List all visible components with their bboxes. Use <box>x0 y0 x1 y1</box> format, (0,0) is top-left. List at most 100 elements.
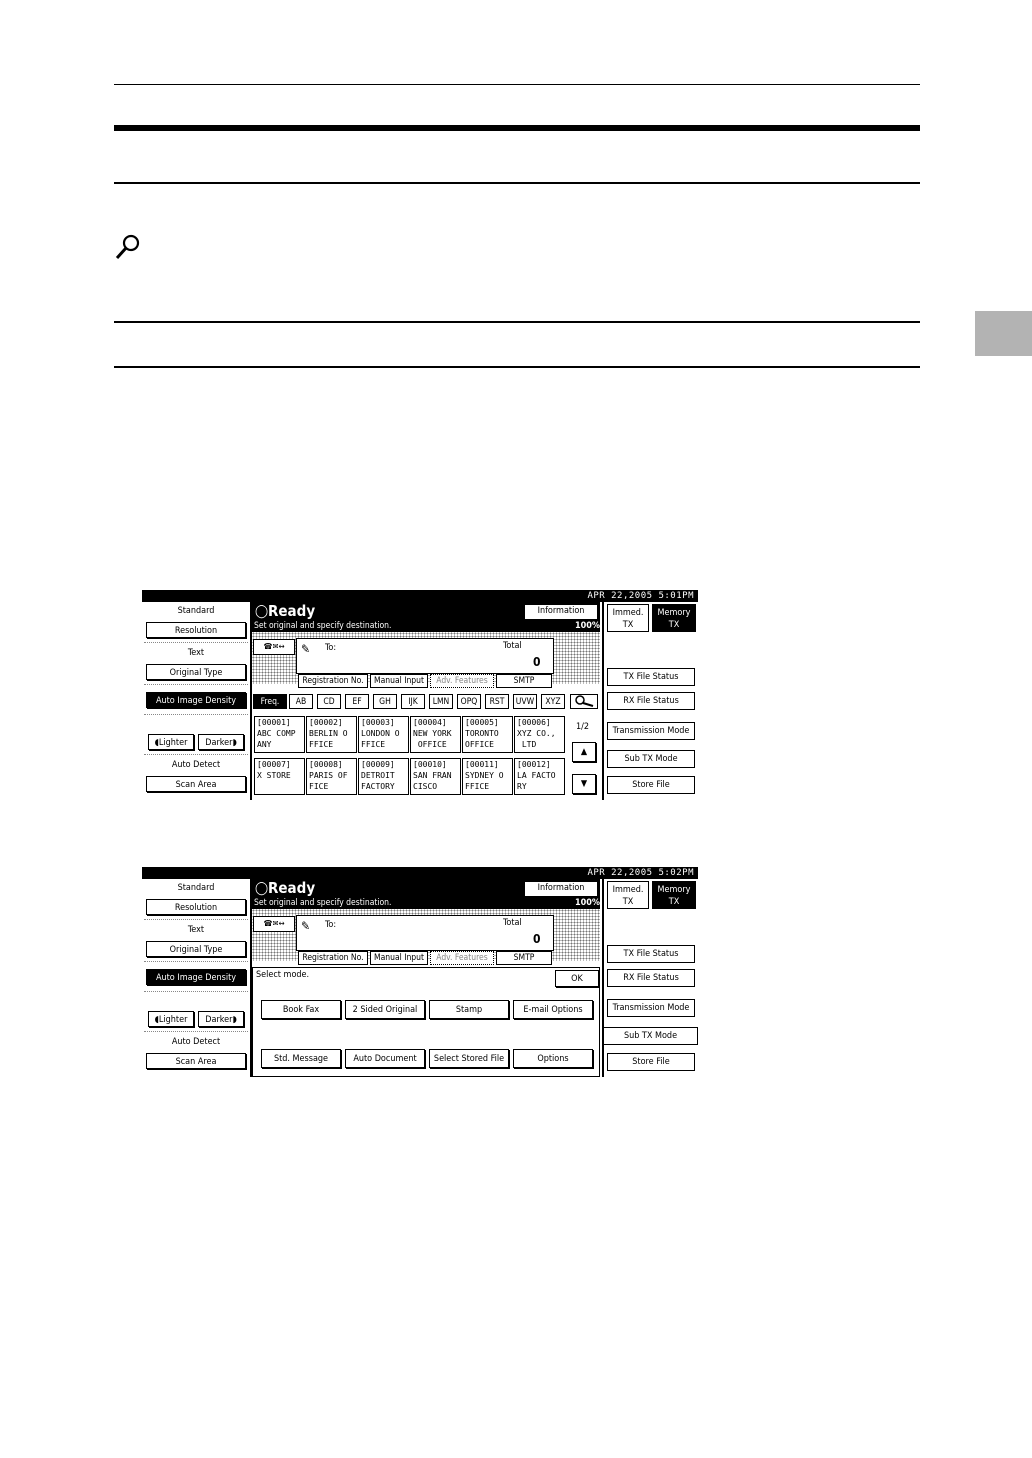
fax-screen-2: APR 22,2005 5:02PM Standard Resolution T… <box>142 867 698 1077</box>
page-indicator: 1/2 <box>576 722 590 732</box>
ready-status: Ready <box>268 879 316 897</box>
destination-box: ✎ To: Total 0 <box>296 915 554 951</box>
tab-manual-input[interactable]: Manual Input <box>370 674 428 688</box>
darker-button[interactable]: Darker◗ <box>198 734 244 750</box>
information-button[interactable]: Information <box>524 881 598 897</box>
ready-status: Ready <box>268 602 316 620</box>
auto-document-button[interactable]: Auto Document <box>345 1049 425 1068</box>
destination-cell-11[interactable]: [00011] SYDNEY O FFICE <box>462 758 513 795</box>
scroll-up-icon[interactable]: ▲ <box>572 742 596 762</box>
tab-smtp[interactable]: SMTP <box>496 674 552 688</box>
destination-cell-1[interactable]: [00001] ABC COMP ANY <box>254 716 305 753</box>
store-file-button[interactable]: Store File <box>607 1053 695 1071</box>
immed-tx-button[interactable]: Immed. TX <box>607 881 649 909</box>
destination-cell-5[interactable]: [00005] TORONTO OFFICE <box>462 716 513 753</box>
destination-cell-12[interactable]: [00012] LA FACTO RY <box>514 758 565 795</box>
ready-header: ◯ Ready Set original and specify destina… <box>252 879 600 909</box>
destination-cell-9[interactable]: [00009] DETROIT FACTORY <box>358 758 409 795</box>
status-message: Set original and specify destination. <box>254 621 392 631</box>
ok-button[interactable]: OK <box>555 970 599 987</box>
ready-icon: ◯ <box>255 881 269 896</box>
auto-image-density-button[interactable]: Auto Image Density <box>146 969 246 985</box>
heading-bar-top <box>114 125 920 131</box>
sub-tx-mode-dialog: Select mode. OK Book Fax 2 Sided Origina… <box>252 967 600 1077</box>
heading-rule-bottom <box>114 182 920 184</box>
rx-file-status-button[interactable]: RX File Status <box>607 692 695 710</box>
alpha-tab-rst[interactable]: RST <box>485 694 509 709</box>
darker-button[interactable]: Darker◗ <box>198 1011 244 1027</box>
alpha-tab-xyz[interactable]: XYZ <box>541 694 565 709</box>
information-button[interactable]: Information <box>524 604 598 620</box>
section-rule-top <box>114 321 920 323</box>
search-icon[interactable] <box>570 694 598 709</box>
std-message-button[interactable]: Std. Message <box>261 1049 341 1068</box>
date-time: APR 22,2005 5:01PM <box>587 591 694 601</box>
destination-box: ✎ To: Total 0 <box>296 638 554 674</box>
total-label: Total <box>503 641 522 651</box>
resolution-button[interactable]: Resolution <box>146 622 246 638</box>
alpha-tab-lmn[interactable]: LMN <box>429 694 453 709</box>
alpha-tab-gh[interactable]: GH <box>373 694 397 709</box>
left-settings: Standard Resolution Text Original Type A… <box>142 879 252 1077</box>
auto-image-density-button[interactable]: Auto Image Density <box>146 692 246 708</box>
alpha-tab-uvw[interactable]: UVW <box>513 694 537 709</box>
two-sided-original-button[interactable]: 2 Sided Original <box>345 1000 425 1019</box>
alpha-tab-freq[interactable]: Freq. <box>253 694 287 709</box>
options-button[interactable]: Options <box>513 1049 593 1068</box>
destination-cell-2[interactable]: [00002] BERLIN O FFICE <box>306 716 357 753</box>
original-type-button[interactable]: Original Type <box>146 941 246 957</box>
transmission-mode-button[interactable]: Transmission Mode <box>607 999 695 1017</box>
tab-registration-no[interactable]: Registration No. <box>298 951 368 965</box>
destination-cell-6[interactable]: [00006] XYZ CO., LTD <box>514 716 565 753</box>
destination-type-icon[interactable]: ☎✉↔ <box>253 916 295 932</box>
select-stored-file-button[interactable]: Select Stored File <box>429 1049 509 1068</box>
tab-smtp[interactable]: SMTP <box>496 951 552 965</box>
destination-cell-4[interactable]: [00004] NEW YORK OFFICE <box>410 716 461 753</box>
scroll-down-icon[interactable]: ▼ <box>572 774 596 794</box>
memory-percent: 100% <box>574 898 600 908</box>
destination-cell-7[interactable]: [00007] X STORE <box>254 758 305 795</box>
section-rule-bottom <box>114 366 920 368</box>
auto-detect-label: Auto Detect <box>171 760 221 770</box>
right-controls: Immed. TX Memory TX TX File Status RX Fi… <box>602 602 700 800</box>
sub-tx-mode-button[interactable]: Sub TX Mode <box>604 1027 698 1045</box>
reference-magnifier-icon <box>114 233 144 261</box>
destination-type-icon[interactable]: ☎✉↔ <box>253 639 295 655</box>
memory-tx-button[interactable]: Memory TX <box>652 604 696 632</box>
scan-area-button[interactable]: Scan Area <box>146 776 246 792</box>
tx-file-status-button[interactable]: TX File Status <box>607 945 695 963</box>
tab-registration-no[interactable]: Registration No. <box>298 674 368 688</box>
lighter-button[interactable]: ◖Lighter <box>148 1011 194 1027</box>
text-label: Text <box>187 648 205 658</box>
stamp-button[interactable]: Stamp <box>429 1000 509 1019</box>
sub-tx-mode-button[interactable]: Sub TX Mode <box>607 750 695 768</box>
scan-area-button[interactable]: Scan Area <box>146 1053 246 1069</box>
tab-adv-features[interactable]: Adv. Features <box>430 951 494 965</box>
pen-icon: ✎ <box>301 642 311 656</box>
alpha-tab-ijk[interactable]: IJK <box>401 694 425 709</box>
tab-adv-features[interactable]: Adv. Features <box>430 674 494 688</box>
memory-tx-button[interactable]: Memory TX <box>652 881 696 909</box>
email-options-button[interactable]: E-mail Options <box>513 1000 593 1019</box>
store-file-button[interactable]: Store File <box>607 776 695 794</box>
status-bar: APR 22,2005 5:02PM <box>142 867 698 879</box>
auto-detect-label: Auto Detect <box>171 1037 221 1047</box>
transmission-mode-button[interactable]: Transmission Mode <box>607 722 695 740</box>
original-type-button[interactable]: Original Type <box>146 664 246 680</box>
alpha-tab-ab[interactable]: AB <box>289 694 313 709</box>
book-fax-button[interactable]: Book Fax <box>261 1000 341 1019</box>
alpha-tab-opq[interactable]: OPQ <box>457 694 481 709</box>
resolution-button[interactable]: Resolution <box>146 899 246 915</box>
alpha-tab-cd[interactable]: CD <box>317 694 341 709</box>
header-rule <box>114 84 920 85</box>
total-label: Total <box>503 918 522 928</box>
destination-cell-10[interactable]: [00010] SAN FRAN CISCO <box>410 758 461 795</box>
tab-manual-input[interactable]: Manual Input <box>370 951 428 965</box>
tx-file-status-button[interactable]: TX File Status <box>607 668 695 686</box>
destination-cell-8[interactable]: [00008] PARIS OF FICE <box>306 758 357 795</box>
rx-file-status-button[interactable]: RX File Status <box>607 969 695 987</box>
alpha-tab-ef[interactable]: EF <box>345 694 369 709</box>
destination-cell-3[interactable]: [00003] LONDON O FFICE <box>358 716 409 753</box>
immed-tx-button[interactable]: Immed. TX <box>607 604 649 632</box>
lighter-button[interactable]: ◖Lighter <box>148 734 194 750</box>
